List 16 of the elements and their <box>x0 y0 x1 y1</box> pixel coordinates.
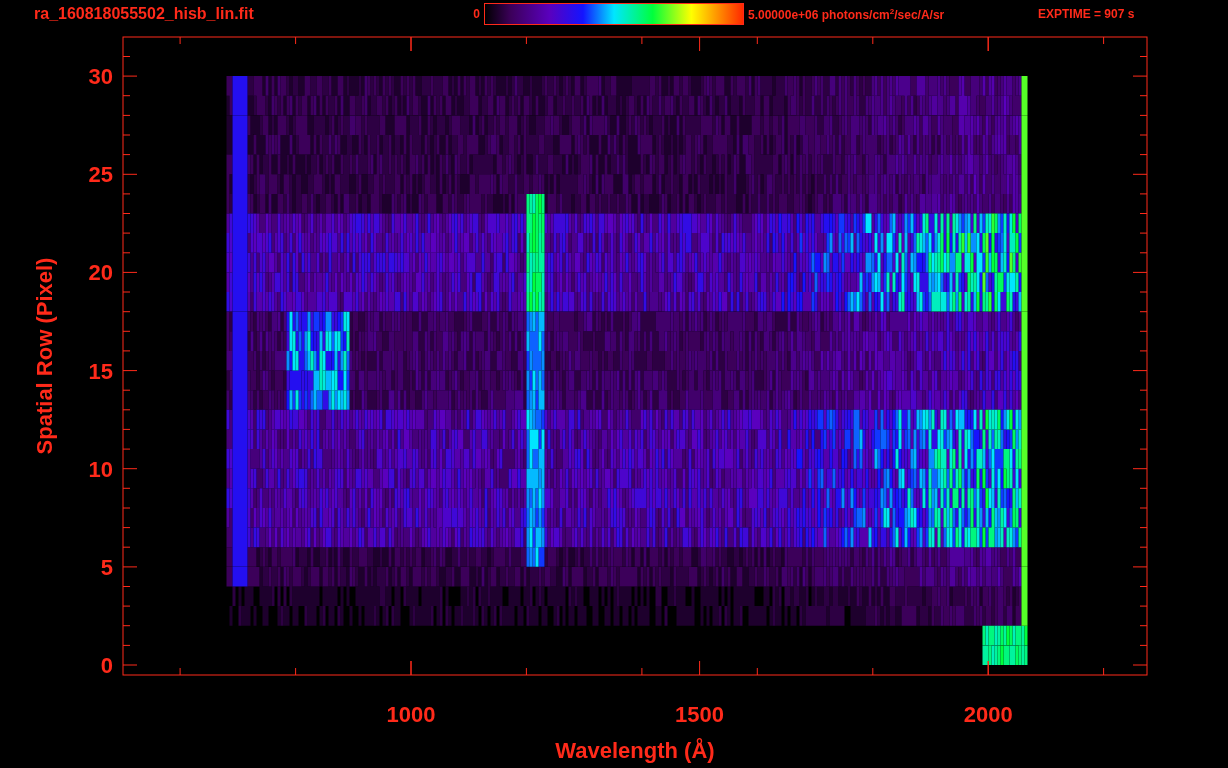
tick-label: 10 <box>88 456 113 482</box>
exposure-time: EXPTIME = 907 s <box>1038 7 1135 21</box>
axis-title: Spatial Row (Pixel) <box>32 257 57 455</box>
tick-label: 1000 <box>386 702 436 727</box>
tick-label: 25 <box>88 162 113 188</box>
tick-label: 30 <box>88 64 113 90</box>
tick-label: 15 <box>88 358 113 384</box>
tick-label: 2000 <box>963 702 1013 727</box>
tick-label: 0 <box>100 653 113 678</box>
colorbar-min-label: 0 <box>472 7 480 21</box>
tick-label: 1500 <box>675 702 725 727</box>
file-title: ra_160818055502_hisb_lin.fit <box>34 5 255 23</box>
colorbar-max-label: 5.00000e+06 photons/cm$^{2}$/sec/A/sr <box>748 6 946 22</box>
axis-title: Wavelength (Å) <box>555 738 715 763</box>
tick-label: 20 <box>88 260 113 286</box>
tick-label: 5 <box>100 554 113 580</box>
